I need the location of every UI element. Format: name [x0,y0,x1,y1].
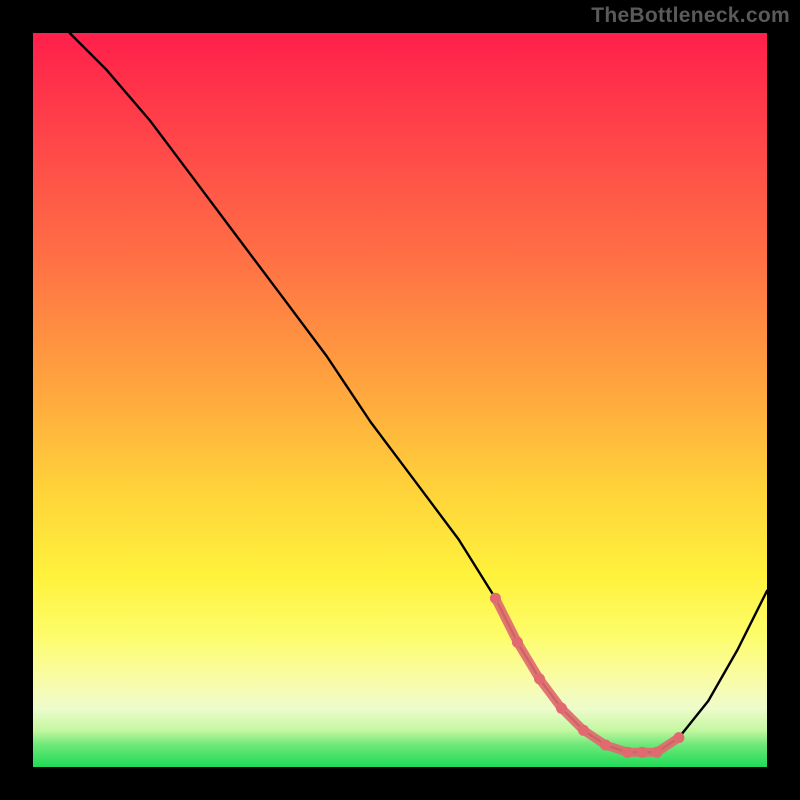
plot-area [33,33,767,767]
chart-frame: TheBottleneck.com [0,0,800,800]
main-curve [70,33,767,752]
watermark-text: TheBottleneck.com [591,4,790,28]
chart-svg [33,33,767,767]
valley-highlight [490,593,685,758]
